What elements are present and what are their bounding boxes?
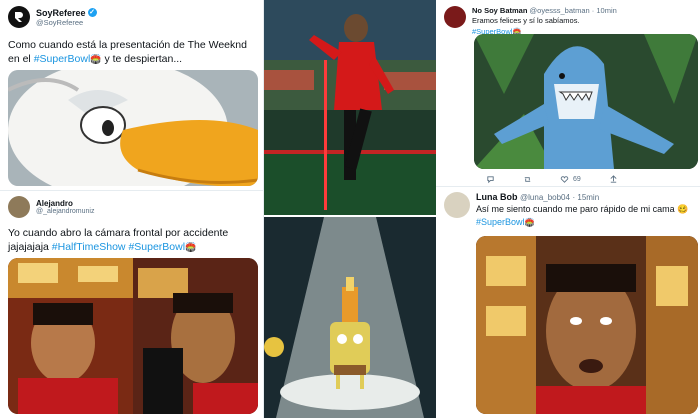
display-name[interactable]: Alejandro — [36, 199, 94, 208]
weeknd-closeup-image — [476, 236, 698, 414]
user-handle[interactable]: @luna_bob04 — [520, 193, 570, 202]
reply-icon — [487, 176, 494, 184]
display-name[interactable]: Luna Bob — [476, 192, 518, 202]
avatar[interactable] — [8, 196, 30, 218]
tweet-alejandro[interactable]: Alejandro @_alejandromuniz Yo cuando abr… — [0, 190, 263, 418]
user-handle[interactable]: @oyesss_batman — [530, 6, 590, 15]
share-icon — [610, 175, 617, 183]
stage-performance-image — [264, 0, 436, 215]
left-column: SoyReferee ✓ @SoyReferee Como cuando está… — [0, 0, 264, 418]
right-column: No Soy Batman @oyesss_batman · 10min Era… — [436, 0, 700, 418]
tweet-header: Luna Bob @luna_bob04 · 15min Así me sien… — [436, 186, 700, 227]
heart-icon — [560, 176, 569, 183]
spongebob-spotlight-image[interactable] — [264, 217, 436, 418]
tweet-soyreferee[interactable]: SoyReferee ✓ @SoyReferee Como cuando está… — [0, 0, 263, 190]
display-name[interactable]: No Soy Batman — [472, 6, 527, 15]
reply-button[interactable] — [486, 175, 495, 184]
share-button[interactable] — [609, 175, 618, 184]
left-shark-image — [474, 34, 698, 169]
duck-image — [8, 70, 258, 186]
tweet-media-weeknd-closeup[interactable] — [476, 236, 698, 414]
referee-logo-icon — [15, 12, 23, 22]
tweet-media-left-shark[interactable] — [474, 34, 698, 169]
avatar[interactable] — [444, 6, 466, 28]
tweet-header: SoyReferee ✓ @SoyReferee — [0, 0, 263, 28]
hashtag-link[interactable]: #SuperBowl — [34, 53, 91, 65]
tweet-time[interactable]: · 10min — [592, 6, 617, 15]
user-handle[interactable]: @SoyReferee — [36, 18, 97, 27]
avatar[interactable] — [444, 192, 470, 218]
middle-column — [264, 0, 436, 418]
tweet-text: Yo cuando abro la cámara frontal por acc… — [8, 227, 229, 253]
hashtag-link[interactable]: #SuperBowl — [128, 241, 185, 253]
hashtag-link[interactable]: #HalfTimeShow — [52, 241, 126, 253]
avatar[interactable] — [8, 6, 30, 28]
spongebob-image — [264, 217, 436, 418]
display-name[interactable]: SoyReferee ✓ — [36, 8, 97, 18]
tweet-header: No Soy Batman @oyesss_batman · 10min Era… — [436, 0, 700, 36]
selfie-collage-image — [8, 258, 258, 414]
weeknd-performance-image[interactable] — [264, 0, 436, 215]
hashtag-link[interactable]: #SuperBowl — [476, 217, 525, 227]
like-count: 69 — [573, 176, 581, 183]
tweet-media-weeknd-selfies[interactable] — [8, 258, 258, 414]
tweet-time[interactable]: · 15min — [572, 193, 599, 202]
tweet-nosoybatman[interactable]: No Soy Batman @oyesss_batman · 10min Era… — [436, 0, 700, 185]
tweet-text: Eramos felices y sí lo sabíamos. — [472, 16, 580, 25]
retweet-button[interactable] — [523, 175, 532, 184]
tweet-header: Alejandro @_alejandromuniz — [0, 190, 263, 218]
tweet-text: Así me siento cuando me paro rápido de m… — [476, 204, 689, 214]
tweet-actions: 69 — [486, 175, 618, 184]
like-button[interactable]: 69 — [560, 175, 581, 184]
tweet-media-donald-duck[interactable] — [8, 70, 258, 186]
verified-badge-icon: ✓ — [87, 8, 97, 17]
tweet-lunabob[interactable]: Luna Bob @luna_bob04 · 15min Así me sien… — [436, 186, 700, 418]
retweet-icon — [524, 177, 531, 182]
user-handle[interactable]: @_alejandromuniz — [36, 208, 94, 215]
tweet-text: Como cuando está la presentación de The … — [8, 39, 247, 65]
